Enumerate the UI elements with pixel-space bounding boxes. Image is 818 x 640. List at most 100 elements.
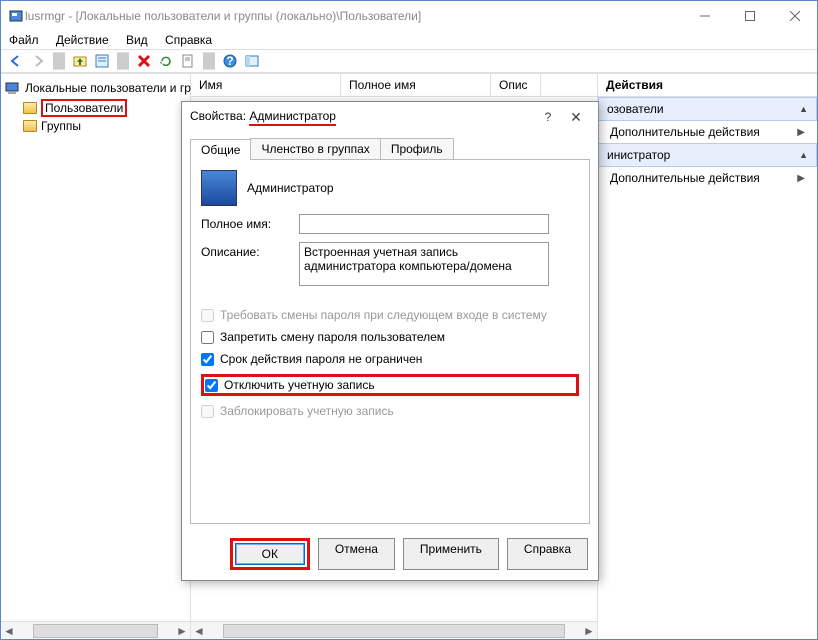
tree-groups-label: Группы <box>41 119 81 133</box>
menu-action[interactable]: Действие <box>56 33 109 47</box>
menu-file[interactable]: Файл <box>9 33 39 47</box>
checkbox-disable-account-box[interactable] <box>205 379 218 392</box>
checkbox-never-expire-label: Срок действия пароля не ограничен <box>220 352 422 366</box>
tab-membership[interactable]: Членство в группах <box>250 138 380 159</box>
apply-button[interactable]: Применить <box>403 538 499 570</box>
tab-general-body: Администратор Полное имя: Описание: Встр… <box>190 159 590 524</box>
refresh-icon[interactable] <box>157 52 175 70</box>
col-desc[interactable]: Опис <box>491 74 541 96</box>
actions-section-users[interactable]: озователи ▲ <box>598 97 817 121</box>
dialog-help-button[interactable]: ? <box>534 110 562 124</box>
scroll-right-icon[interactable]: ► <box>174 624 190 638</box>
properties-dialog: Свойства: Администратор ? ✕ Общие Членст… <box>181 101 599 581</box>
checkbox-never-expire-box[interactable] <box>201 353 214 366</box>
folder-icon <box>23 102 37 114</box>
tree-pane: Локальные пользователи и гру Пользовател… <box>1 74 191 639</box>
up-folder-icon[interactable] <box>71 52 89 70</box>
user-name-label: Администратор <box>247 181 334 195</box>
description-input[interactable]: Встроенная учетная запись администратора… <box>299 242 549 286</box>
user-header: Администратор <box>201 170 579 206</box>
minimize-button[interactable] <box>682 1 727 31</box>
col-fullname[interactable]: Полное имя <box>341 74 491 96</box>
export-icon[interactable] <box>179 52 197 70</box>
toolbar-separator <box>53 52 65 70</box>
properties-icon[interactable] <box>93 52 111 70</box>
scroll-right-icon[interactable]: ► <box>581 624 597 638</box>
chevron-right-icon: ▶ <box>797 127 805 138</box>
description-label: Описание: <box>201 242 291 259</box>
actions-section-admin-label: инистратор <box>607 148 670 162</box>
forward-icon[interactable] <box>29 52 47 70</box>
actions-section-admin[interactable]: инистратор ▲ <box>598 143 817 167</box>
tree-users-label: Пользователи <box>41 99 127 117</box>
app-icon <box>7 7 25 25</box>
checkbox-lock-account-box <box>201 405 214 418</box>
main-window: lusrmgr - [Локальные пользователи и груп… <box>0 0 818 640</box>
chevron-right-icon: ▶ <box>797 173 805 184</box>
checkbox-disable-account[interactable]: Отключить учетную запись <box>205 378 375 392</box>
maximize-button[interactable] <box>727 1 772 31</box>
fullname-label: Полное имя: <box>201 214 291 231</box>
scroll-left-icon[interactable]: ◄ <box>1 624 17 638</box>
scroll-left-icon[interactable]: ◄ <box>191 624 207 638</box>
actions-more-label: Дополнительные действия <box>610 171 760 185</box>
scroll-thumb[interactable] <box>223 624 565 638</box>
toolbar: ? <box>1 49 817 73</box>
close-button[interactable] <box>772 1 817 31</box>
help-button[interactable]: Справка <box>507 538 588 570</box>
actions-more-2[interactable]: Дополнительные действия ▶ <box>598 167 817 189</box>
checkbox-require-change-box <box>201 309 214 322</box>
svg-text:?: ? <box>226 54 233 68</box>
toolbar-separator <box>203 52 215 70</box>
list-scrollbar[interactable]: ◄ ► <box>191 621 597 639</box>
help-icon[interactable]: ? <box>221 52 239 70</box>
checkbox-lock-account-label: Заблокировать учетную запись <box>220 404 394 418</box>
dialog-title-prefix: Свойства: <box>190 109 249 123</box>
dialog-tabs: Общие Членство в группах Профиль <box>182 132 598 159</box>
checkbox-never-expire[interactable]: Срок действия пароля не ограничен <box>201 352 579 366</box>
menu-view[interactable]: Вид <box>126 33 148 47</box>
user-icon <box>201 170 237 206</box>
checkbox-no-change-box[interactable] <box>201 331 214 344</box>
tree-scrollbar[interactable]: ◄ ► <box>1 621 190 639</box>
toolbar-separator <box>117 52 129 70</box>
checkbox-lock-account: Заблокировать учетную запись <box>201 404 579 418</box>
scroll-thumb[interactable] <box>33 624 158 638</box>
delete-icon[interactable] <box>135 52 153 70</box>
list-header: Имя Полное имя Опис <box>191 74 597 97</box>
actions-pane: Действия озователи ▲ Дополнительные дейс… <box>597 74 817 639</box>
dialog-title-name: Администратор <box>249 109 336 126</box>
checkbox-no-change-label: Запретить смену пароля пользователем <box>220 330 445 344</box>
ok-button[interactable]: ОК <box>235 543 305 565</box>
actions-more-label: Дополнительные действия <box>610 125 760 139</box>
collapse-icon: ▲ <box>799 104 808 114</box>
tree-root-label: Локальные пользователи и гру <box>25 81 197 95</box>
actions-more-1[interactable]: Дополнительные действия ▶ <box>598 121 817 143</box>
cancel-button[interactable]: Отмена <box>318 538 395 570</box>
tree-root[interactable]: Локальные пользователи и гру <box>3 78 188 98</box>
dialog-title: Свойства: Администратор <box>190 109 534 126</box>
tab-general[interactable]: Общие <box>190 139 251 160</box>
checkbox-no-change[interactable]: Запретить смену пароля пользователем <box>201 330 579 344</box>
dialog-close-button[interactable]: ✕ <box>562 109 590 126</box>
show-hide-icon[interactable] <box>243 52 261 70</box>
computer-icon <box>5 79 21 97</box>
col-name[interactable]: Имя <box>191 74 341 96</box>
fullname-input[interactable] <box>299 214 549 234</box>
menu-help[interactable]: Справка <box>165 33 212 47</box>
highlight-ok: ОК <box>230 538 310 570</box>
window-title: lusrmgr - [Локальные пользователи и груп… <box>25 9 682 23</box>
checkbox-disable-account-label: Отключить учетную запись <box>224 378 375 392</box>
tree-users[interactable]: Пользователи <box>21 98 188 118</box>
dialog-titlebar: Свойства: Администратор ? ✕ <box>182 102 598 132</box>
tree-groups[interactable]: Группы <box>21 118 188 134</box>
folder-icon <box>23 120 37 132</box>
actions-header: Действия <box>598 74 817 97</box>
tab-profile[interactable]: Профиль <box>380 138 454 159</box>
checkbox-require-change: Требовать смены пароля при следующем вхо… <box>201 308 579 322</box>
titlebar: lusrmgr - [Локальные пользователи и груп… <box>1 1 817 31</box>
actions-section-users-label: озователи <box>607 102 664 116</box>
checkbox-require-change-label: Требовать смены пароля при следующем вхо… <box>220 308 547 322</box>
collapse-icon: ▲ <box>799 150 808 160</box>
back-icon[interactable] <box>7 52 25 70</box>
